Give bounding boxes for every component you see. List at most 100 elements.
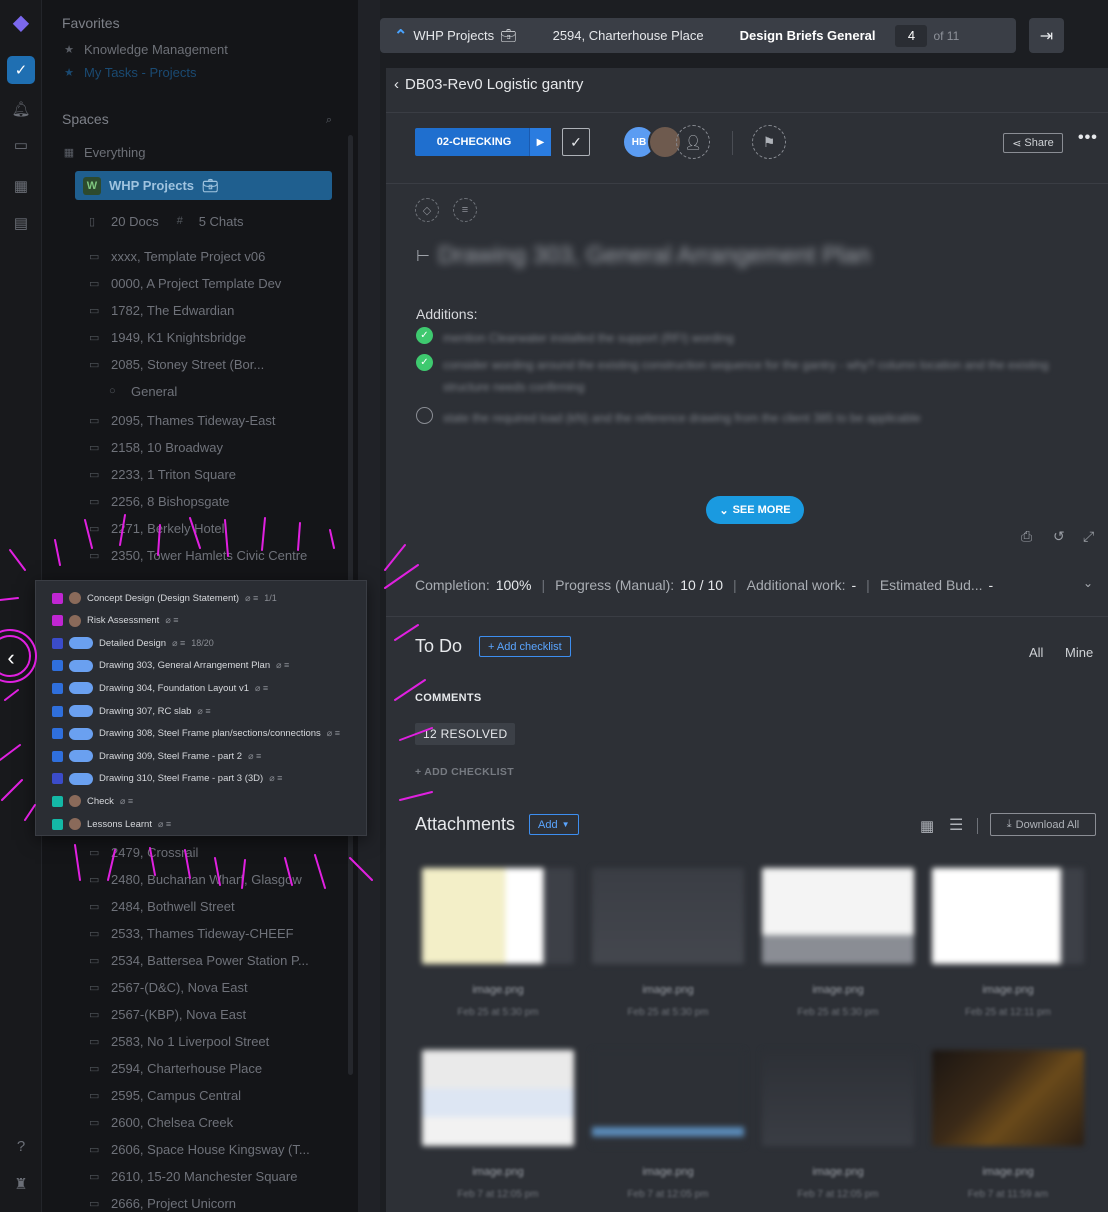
grid-view-icon[interactable]: ▦: [920, 817, 934, 835]
task-list-item[interactable]: Detailed Design ⌀ ≡ 18/20: [52, 634, 214, 652]
clickup-logo-icon[interactable]: ◆: [9, 10, 33, 34]
sidebar-item-everything[interactable]: ▦ Everything: [62, 142, 338, 162]
attachment-name[interactable]: image.png: [762, 1166, 914, 1178]
attachment-name[interactable]: image.png: [592, 984, 744, 996]
list-view-icon[interactable]: ☰: [949, 815, 963, 835]
sidebar-project-item[interactable]: ▭ 2594, Charterhouse Place: [89, 1058, 338, 1078]
home-icon[interactable]: ✓: [7, 56, 35, 84]
task-list-item[interactable]: Drawing 310, Steel Frame - part 3 (3D) ⌀ …: [52, 770, 282, 788]
breadcrumb-list[interactable]: Design Briefs General: [718, 18, 890, 53]
filter-all[interactable]: All: [1029, 645, 1043, 660]
status-square-icon[interactable]: [52, 818, 63, 830]
task-list-item[interactable]: Risk Assessment ⌀ ≡: [52, 612, 179, 630]
status-square-icon[interactable]: [52, 705, 63, 717]
add-assignee-icon[interactable]: 👤︎: [676, 125, 710, 159]
sidebar-project-item[interactable]: ▭ 2600, Chelsea Creek: [89, 1112, 338, 1132]
status-square-icon[interactable]: [52, 637, 63, 649]
task-title[interactable]: ⊢ Drawing 303, General Arrangement Plan: [416, 242, 870, 270]
sidebar-project-item[interactable]: ▭ 2606, Space House Kingsway (T...: [89, 1139, 338, 1159]
bell-icon[interactable]: 🔔︎: [9, 97, 33, 121]
task-list-item[interactable]: Drawing 304, Foundation Layout v1 ⌀ ≡: [52, 679, 268, 697]
status-square-icon[interactable]: [52, 615, 63, 627]
attachment-thumbnail[interactable]: [762, 868, 914, 964]
favorite-item[interactable]: ★ Knowledge Management: [62, 39, 338, 59]
search-icon[interactable]: ⌕: [322, 110, 342, 130]
attachment-thumbnail[interactable]: [592, 868, 744, 964]
sidebar-project-item[interactable]: ▭ 0000, A Project Template Dev: [89, 273, 338, 293]
attachment-thumbnail[interactable]: [422, 868, 574, 964]
status-button[interactable]: 02-CHECKING: [415, 128, 533, 156]
sidebar-project-item[interactable]: ▭ 2271, Berkely Hotel: [89, 518, 338, 538]
add-checklist-link[interactable]: + ADD CHECKLIST: [415, 766, 514, 778]
description-checklist-item[interactable]: state the required load (kN) and the ref…: [416, 407, 1076, 429]
sidebar-project-item[interactable]: ▭ 2085, Stoney Street (Bor...: [89, 354, 338, 374]
resolved-badge[interactable]: 12 RESOLVED: [415, 723, 516, 745]
sidebar-project-item[interactable]: ▭ 2480, Buchanan Wharf, Glasgow: [89, 869, 338, 889]
check-empty-icon[interactable]: [416, 407, 433, 424]
docs-chats-row[interactable]: ▯ 20 Docs # 5 Chats: [89, 211, 338, 231]
chevron-left-icon[interactable]: ‹: [0, 640, 22, 676]
tag-icon[interactable]: ◇: [415, 198, 439, 222]
add-checklist-button[interactable]: + Add checklist: [479, 636, 571, 657]
sidebar-project-item[interactable]: ▭ xxxx, Template Project v06: [89, 246, 338, 266]
sidebar-project-item[interactable]: ▭ 2095, Thames Tideway-East: [89, 410, 338, 430]
sidebar-project-item[interactable]: ▭ 2583, No 1 Liverpool Street: [89, 1031, 338, 1051]
complete-button[interactable]: ✓: [562, 128, 590, 156]
attachments-add-button[interactable]: Add ▼: [529, 814, 579, 835]
description-checklist-item[interactable]: ✓ mention Clearwater installed the suppo…: [416, 327, 1076, 349]
help-icon[interactable]: ?: [9, 1134, 33, 1158]
sidebar-space-whp[interactable]: W WHP Projects 💼︎: [75, 171, 332, 200]
filter-mine[interactable]: Mine: [1065, 645, 1093, 660]
attachment-thumbnail[interactable]: [932, 1050, 1084, 1146]
trophy-icon[interactable]: ♜: [9, 1172, 33, 1196]
attachment-name[interactable]: image.png: [592, 1166, 744, 1178]
expand-icon[interactable]: ⤢: [1083, 528, 1094, 545]
status-square-icon[interactable]: [52, 750, 63, 762]
check-done-icon[interactable]: ✓: [416, 327, 433, 344]
status-square-icon[interactable]: [52, 795, 63, 807]
attachment-name[interactable]: image.png: [762, 984, 914, 996]
attachment-name[interactable]: image.png: [422, 984, 574, 996]
description-checklist-item[interactable]: ✓ consider wording around the existing c…: [416, 354, 1076, 398]
share-button[interactable]: ⋖ Share: [1003, 133, 1063, 153]
sidebar-project-item[interactable]: ▭ 2567-(KBP), Nova East: [89, 1004, 338, 1024]
status-square-icon[interactable]: [52, 728, 63, 740]
status-square-icon[interactable]: [52, 773, 63, 785]
history-icon[interactable]: ↺: [1053, 528, 1065, 545]
sidebar-project-item[interactable]: ▭ 2484, Bothwell Street: [89, 896, 338, 916]
print-icon[interactable]: ⎙: [1021, 528, 1032, 545]
sidebar-project-item[interactable]: ▭ 2256, 8 Bishopsgate: [89, 491, 338, 511]
check-done-icon[interactable]: ✓: [416, 354, 433, 371]
download-all-button[interactable]: ⤓ Download All: [990, 813, 1096, 836]
breadcrumb-project[interactable]: 2594, Charterhouse Place: [531, 18, 726, 53]
see-more-button[interactable]: ⌄ SEE MORE: [706, 496, 804, 524]
page-current[interactable]: 4: [895, 24, 928, 47]
exit-fullscreen-icon[interactable]: ⇥: [1029, 18, 1064, 53]
priority-flag-icon[interactable]: ⚑: [752, 125, 786, 159]
breadcrumb-space[interactable]: ⌃ WHP Projects 💼︎: [380, 18, 539, 53]
sidebar-project-item[interactable]: ▭ 2158, 10 Broadway: [89, 437, 338, 457]
sidebar-project-item[interactable]: ▭ 2533, Thames Tideway-CHEEF: [89, 923, 338, 943]
sidebar-project-item[interactable]: ▭ 1782, The Edwardian: [89, 300, 338, 320]
favorite-item[interactable]: ★ My Tasks - Projects: [62, 62, 338, 82]
task-list-item[interactable]: Drawing 303, General Arrangement Plan ⌀ ≡: [52, 657, 289, 675]
status-next-button[interactable]: ▶: [529, 128, 551, 156]
task-list-item[interactable]: Drawing 308, Steel Frame plan/sections/c…: [52, 725, 340, 743]
sidebar-project-item[interactable]: ▭ 1949, K1 Knightsbridge: [89, 327, 338, 347]
sidebar-project-item[interactable]: ○ General: [109, 381, 338, 401]
sidebar-project-item[interactable]: ▭ 2350, Tower Hamlets Civic Centre: [89, 545, 338, 565]
status-square-icon[interactable]: [52, 682, 63, 694]
attachment-thumbnail[interactable]: [422, 1050, 574, 1146]
more-icon[interactable]: •••: [1078, 129, 1098, 147]
docs-icon[interactable]: ▤: [9, 211, 33, 235]
parent-task-link[interactable]: ‹ DB03-Rev0 Logistic gantry: [394, 76, 583, 93]
sidebar-project-item[interactable]: ▭ 2534, Battersea Power Station P...: [89, 950, 338, 970]
sidebar-project-item[interactable]: ▭ 2610, 15-20 Manchester Square: [89, 1166, 338, 1186]
task-list-item[interactable]: Drawing 309, Steel Frame - part 2 ⌀ ≡: [52, 747, 261, 765]
attachment-name[interactable]: image.png: [422, 1166, 574, 1178]
attachment-name[interactable]: image.png: [932, 984, 1084, 996]
task-list-item[interactable]: Concept Design (Design Statement) ⌀ ≡ 1/1: [52, 589, 277, 607]
attachment-name[interactable]: image.png: [932, 1166, 1084, 1178]
apps-icon[interactable]: ▦: [9, 174, 33, 198]
sidebar-project-item[interactable]: ▭ 2567-(D&C), Nova East: [89, 977, 338, 997]
